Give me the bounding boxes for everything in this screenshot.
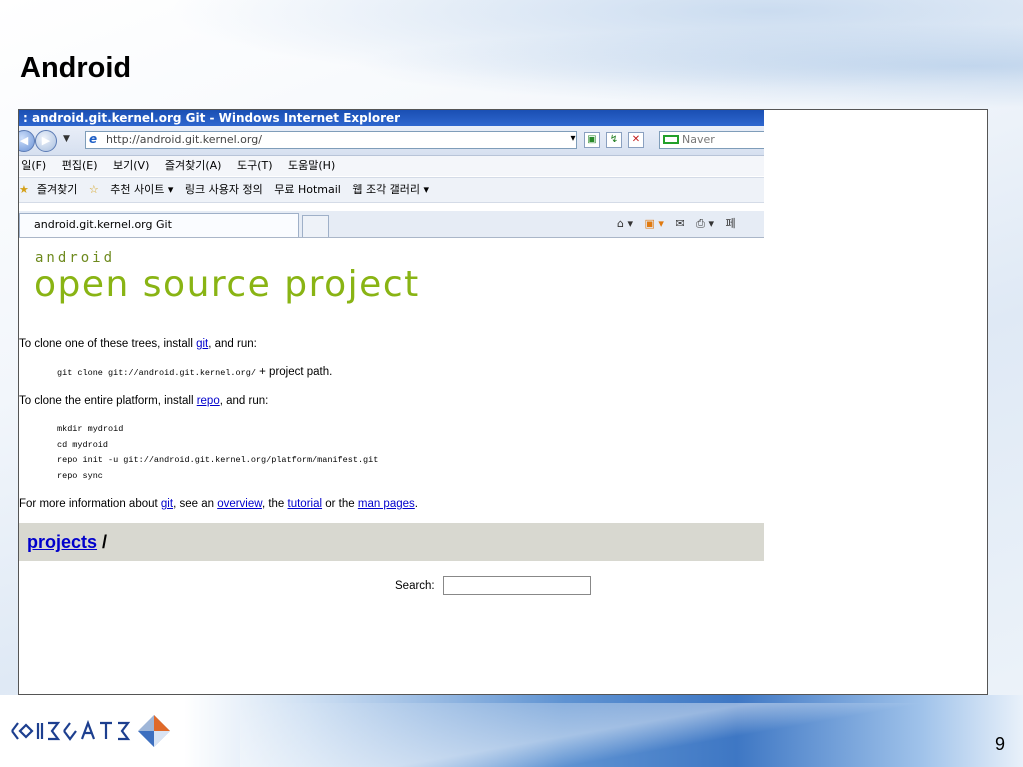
print-icon[interactable]: ⎙ ▾ (696, 217, 714, 230)
fav-web-slice-gallery[interactable]: 웹 조각 갤러리 ▾ (352, 183, 429, 196)
menu-favorites[interactable]: 즐겨찾기(A) (165, 159, 222, 172)
code-line: mkdir mydroid (57, 424, 124, 434)
menu-bar: 일(F) 편집(E) 보기(V) 즐겨찾기(A) 도구(T) 도움말(H) (19, 156, 764, 176)
add-favorite-icon[interactable]: ☆ (89, 183, 99, 196)
git-info-link[interactable]: git (161, 498, 173, 510)
search-label: Search: (395, 580, 435, 592)
address-dropdown-icon[interactable]: ▾ (565, 132, 581, 148)
tutorial-link[interactable]: tutorial (288, 498, 323, 510)
projects-link[interactable]: projects (27, 532, 97, 552)
more-mid2: , the (261, 498, 288, 510)
tab-title: android.git.kernel.org Git (34, 218, 172, 231)
menu-edit[interactable]: 편집(E) (62, 159, 98, 172)
more-info-text: For more information about git, see an o… (19, 498, 418, 510)
slide-background (0, 0, 1023, 110)
search-provider-field[interactable]: Naver (659, 131, 764, 149)
feeds-icon[interactable]: ▣ ▾ (645, 217, 664, 230)
codegate-logo (11, 715, 170, 747)
clone-one-code-suffix: + project path. (255, 366, 333, 378)
repo-link[interactable]: repo (197, 395, 220, 407)
clone-one-command: git clone git://android.git.kernel.org/ … (57, 366, 332, 378)
clone-all-prefix: To clone the entire platform, install (19, 395, 197, 407)
page-headline: open source project (34, 264, 420, 305)
window-title: : android.git.kernel.org Git - Windows I… (19, 110, 764, 126)
screenshot-frame: : android.git.kernel.org Git - Windows I… (18, 109, 988, 695)
address-field[interactable]: e http://android.git.kernel.org/ (85, 131, 577, 149)
page-content: android open source project To clone one… (19, 238, 764, 694)
search-input[interactable] (443, 576, 591, 595)
new-tab-button[interactable] (302, 215, 329, 237)
menu-view[interactable]: 보기(V) (113, 159, 149, 172)
page-menu[interactable]: 페 (725, 217, 735, 230)
favorites-star-icon: ★ (19, 183, 29, 196)
naver-logo-icon (663, 135, 679, 144)
menu-help[interactable]: 도움말(H) (288, 159, 335, 172)
overview-link[interactable]: overview (217, 498, 262, 510)
more-mid3: or the (322, 498, 358, 510)
page-number: 9 (994, 734, 1005, 754)
clone-all-text: To clone the entire platform, install re… (19, 395, 268, 407)
back-button[interactable]: ◀ (19, 130, 35, 152)
footer-band (0, 695, 1023, 767)
address-toolbar: ◀ ▶ ▼ e http://android.git.kernel.org/ ▾… (19, 126, 764, 156)
clone-one-prefix: To clone one of these trees, install (19, 338, 197, 350)
command-bar: ⌂ ▾ ▣ ▾ ✉ ⎙ ▾ 페 (617, 211, 744, 237)
projects-separator: / (97, 532, 108, 552)
more-end: . (414, 498, 418, 510)
tab-android-git[interactable]: android.git.kernel.org Git (19, 213, 299, 237)
refresh-icon[interactable]: ↯ (606, 132, 622, 148)
projects-header: projects / (19, 523, 764, 561)
slide-title: Android (20, 52, 132, 84)
home-icon[interactable]: ⌂ ▾ (617, 217, 633, 230)
address-text: http://android.git.kernel.org/ (106, 133, 262, 146)
more-mid1: , see an (173, 498, 218, 510)
man-pages-link[interactable]: man pages (358, 498, 415, 510)
code-line: repo sync (57, 471, 103, 482)
clone-one-code: git clone git://android.git.kernel.org/ (57, 368, 256, 378)
clone-all-suffix: , and run: (219, 395, 269, 407)
fav-suggested-sites[interactable]: 추천 사이트 ▾ (110, 183, 173, 196)
ie-page-icon: e (89, 132, 98, 146)
mail-icon[interactable]: ✉ (675, 217, 684, 230)
clone-all-code: mkdir mydroid cd mydroid repo init -u git:… (57, 422, 378, 485)
stop-icon[interactable]: ✕ (628, 132, 644, 148)
favorites-button[interactable]: 즐겨찾기 (37, 183, 77, 196)
git-link[interactable]: git (196, 338, 208, 350)
search-provider-label: Naver (682, 133, 715, 146)
recent-pages-dropdown-icon[interactable]: ▼ (63, 134, 70, 144)
clone-one-text: To clone one of these trees, install git… (19, 338, 257, 350)
compatibility-icon[interactable]: ▣ (584, 132, 600, 148)
fav-hotmail[interactable]: 무료 Hotmail (274, 183, 341, 196)
menu-file[interactable]: 일(F) (19, 159, 46, 172)
ie-window: : android.git.kernel.org Git - Windows I… (19, 110, 764, 694)
favorites-bar: ★ 즐겨찾기 ☆ 추천 사이트 ▾ 링크 사용자 정의 무료 Hotmail 웹 … (19, 177, 764, 203)
forward-button[interactable]: ▶ (35, 130, 57, 152)
fav-custom-links[interactable]: 링크 사용자 정의 (185, 183, 263, 196)
code-line: repo init -u git://android.git.kernel.or… (57, 455, 379, 466)
footer-swoosh (240, 703, 1020, 767)
clone-one-suffix: , and run: (208, 338, 257, 350)
more-prefix: For more information about (19, 498, 161, 510)
code-line: cd mydroid (57, 439, 109, 450)
menu-tools[interactable]: 도구(T) (237, 159, 273, 172)
